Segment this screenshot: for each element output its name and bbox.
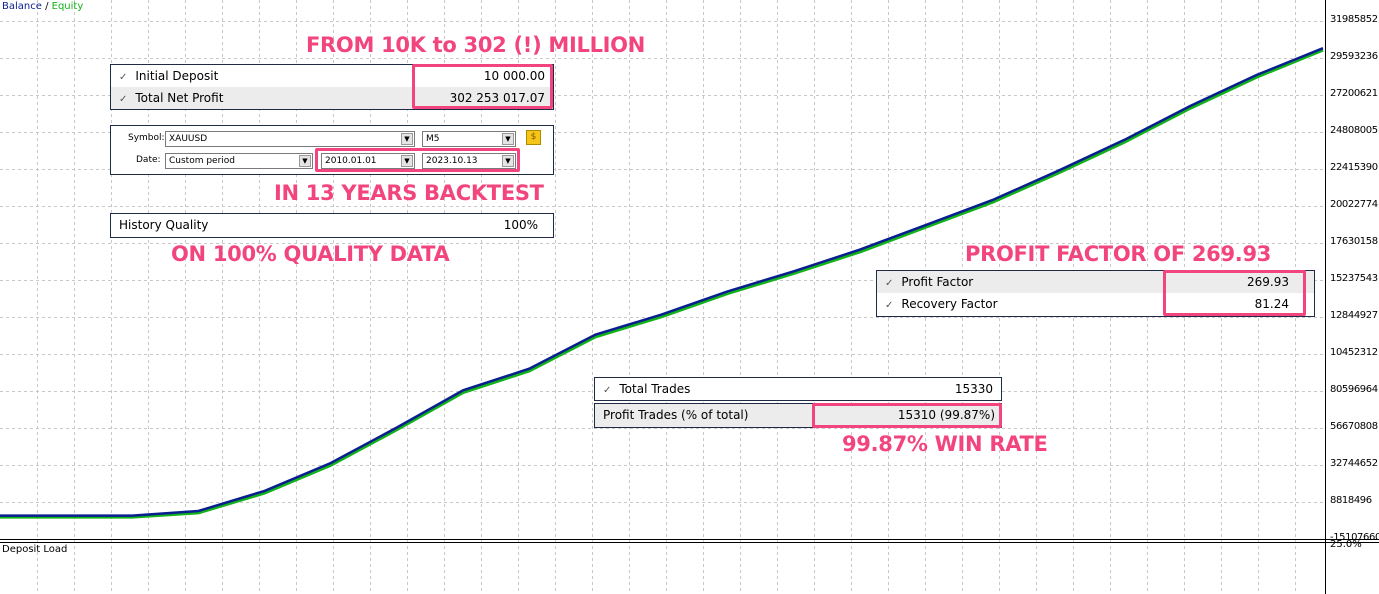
date-label: Date: — [136, 155, 161, 165]
check-icon: ✓ — [119, 94, 128, 105]
y-tick-label: 17630158 — [1330, 236, 1378, 247]
row-label: Recovery Factor — [901, 297, 998, 311]
check-icon: ✓ — [885, 278, 894, 289]
period-annotation: IN 13 YEARS BACKTEST — [274, 181, 544, 205]
quality-row: History Quality 100% — [111, 214, 553, 236]
check-icon: ✓ — [885, 300, 894, 311]
highlight-frame — [412, 64, 553, 109]
symbol-value: XAUUSD — [169, 134, 208, 144]
row-label: Total Trades — [619, 382, 691, 396]
legend-sep: / — [41, 1, 52, 12]
row-label: Total Net Profit — [135, 91, 224, 105]
highlight-frame — [812, 403, 1002, 428]
y-tick-label: 24808005 — [1330, 125, 1378, 136]
row-label: History Quality — [119, 218, 209, 232]
row-label: Profit Trades (% of total) — [603, 408, 749, 422]
profit-factor-annotation: PROFIT FACTOR OF 269.93 — [965, 242, 1272, 266]
check-icon: ✓ — [119, 72, 128, 83]
symbol-label: Symbol: — [128, 133, 165, 143]
row-label: Profit Factor — [901, 275, 974, 289]
y-tick-label: 29593236 — [1330, 51, 1378, 62]
check-icon: ✓ — [603, 385, 612, 396]
y-tick-label: 12844927 — [1330, 310, 1378, 321]
period-select[interactable]: Custom period ▼ — [165, 153, 313, 169]
y-tick-label: 27200621 — [1330, 88, 1378, 99]
quality-box: History Quality 100% — [110, 213, 554, 238]
win-rate-annotation: 99.87% WIN RATE — [842, 432, 1048, 456]
highlight-frame — [315, 148, 520, 172]
chart-legend: Balance / Equity — [2, 1, 83, 12]
y-tick-label: 56670808 — [1330, 421, 1378, 432]
total-trades-row: ✓ Total Trades 15330 — [595, 378, 1001, 400]
legend-balance: Balance — [2, 1, 42, 12]
quality-annotation: ON 100% QUALITY DATA — [171, 242, 450, 266]
y-tick-label: 8818496 — [1330, 495, 1372, 506]
row-value: 100% — [503, 218, 538, 232]
deposit-load-title: Deposit Load — [2, 544, 68, 555]
row-value: 15330 — [954, 382, 993, 396]
chevron-down-icon[interactable]: ▼ — [299, 155, 311, 167]
symbol-select[interactable]: XAUUSD ▼ — [165, 131, 415, 147]
period-value: Custom period — [169, 156, 236, 166]
y-tick-label: 80596964 — [1330, 384, 1378, 395]
dollar-icon[interactable]: $ — [526, 130, 541, 145]
chevron-down-icon[interactable]: ▼ — [401, 133, 413, 145]
chevron-down-icon[interactable]: ▼ — [502, 133, 514, 145]
timeframe-value: M5 — [426, 134, 440, 144]
y-tick-label: 32744652 — [1330, 458, 1378, 469]
y-tick-label: 10452312 — [1330, 347, 1378, 358]
y-tick-label: 20022774 — [1330, 199, 1378, 210]
highlight-frame — [1163, 270, 1306, 316]
row-label: Initial Deposit — [135, 69, 219, 83]
y-tick-label: 15237543 — [1330, 273, 1378, 284]
timeframe-select[interactable]: M5 ▼ — [422, 131, 516, 147]
y-tick-label: 22415390 — [1330, 162, 1378, 173]
total-trades-box: ✓ Total Trades 15330 — [594, 377, 1002, 401]
legend-equity: Equity — [51, 1, 84, 12]
y-tick-label: 31985852 — [1330, 14, 1378, 25]
growth-annotation: FROM 10K to 302 (!) MILLION — [306, 33, 646, 57]
deposit-load-axis-label: 25.0% — [1330, 539, 1362, 550]
